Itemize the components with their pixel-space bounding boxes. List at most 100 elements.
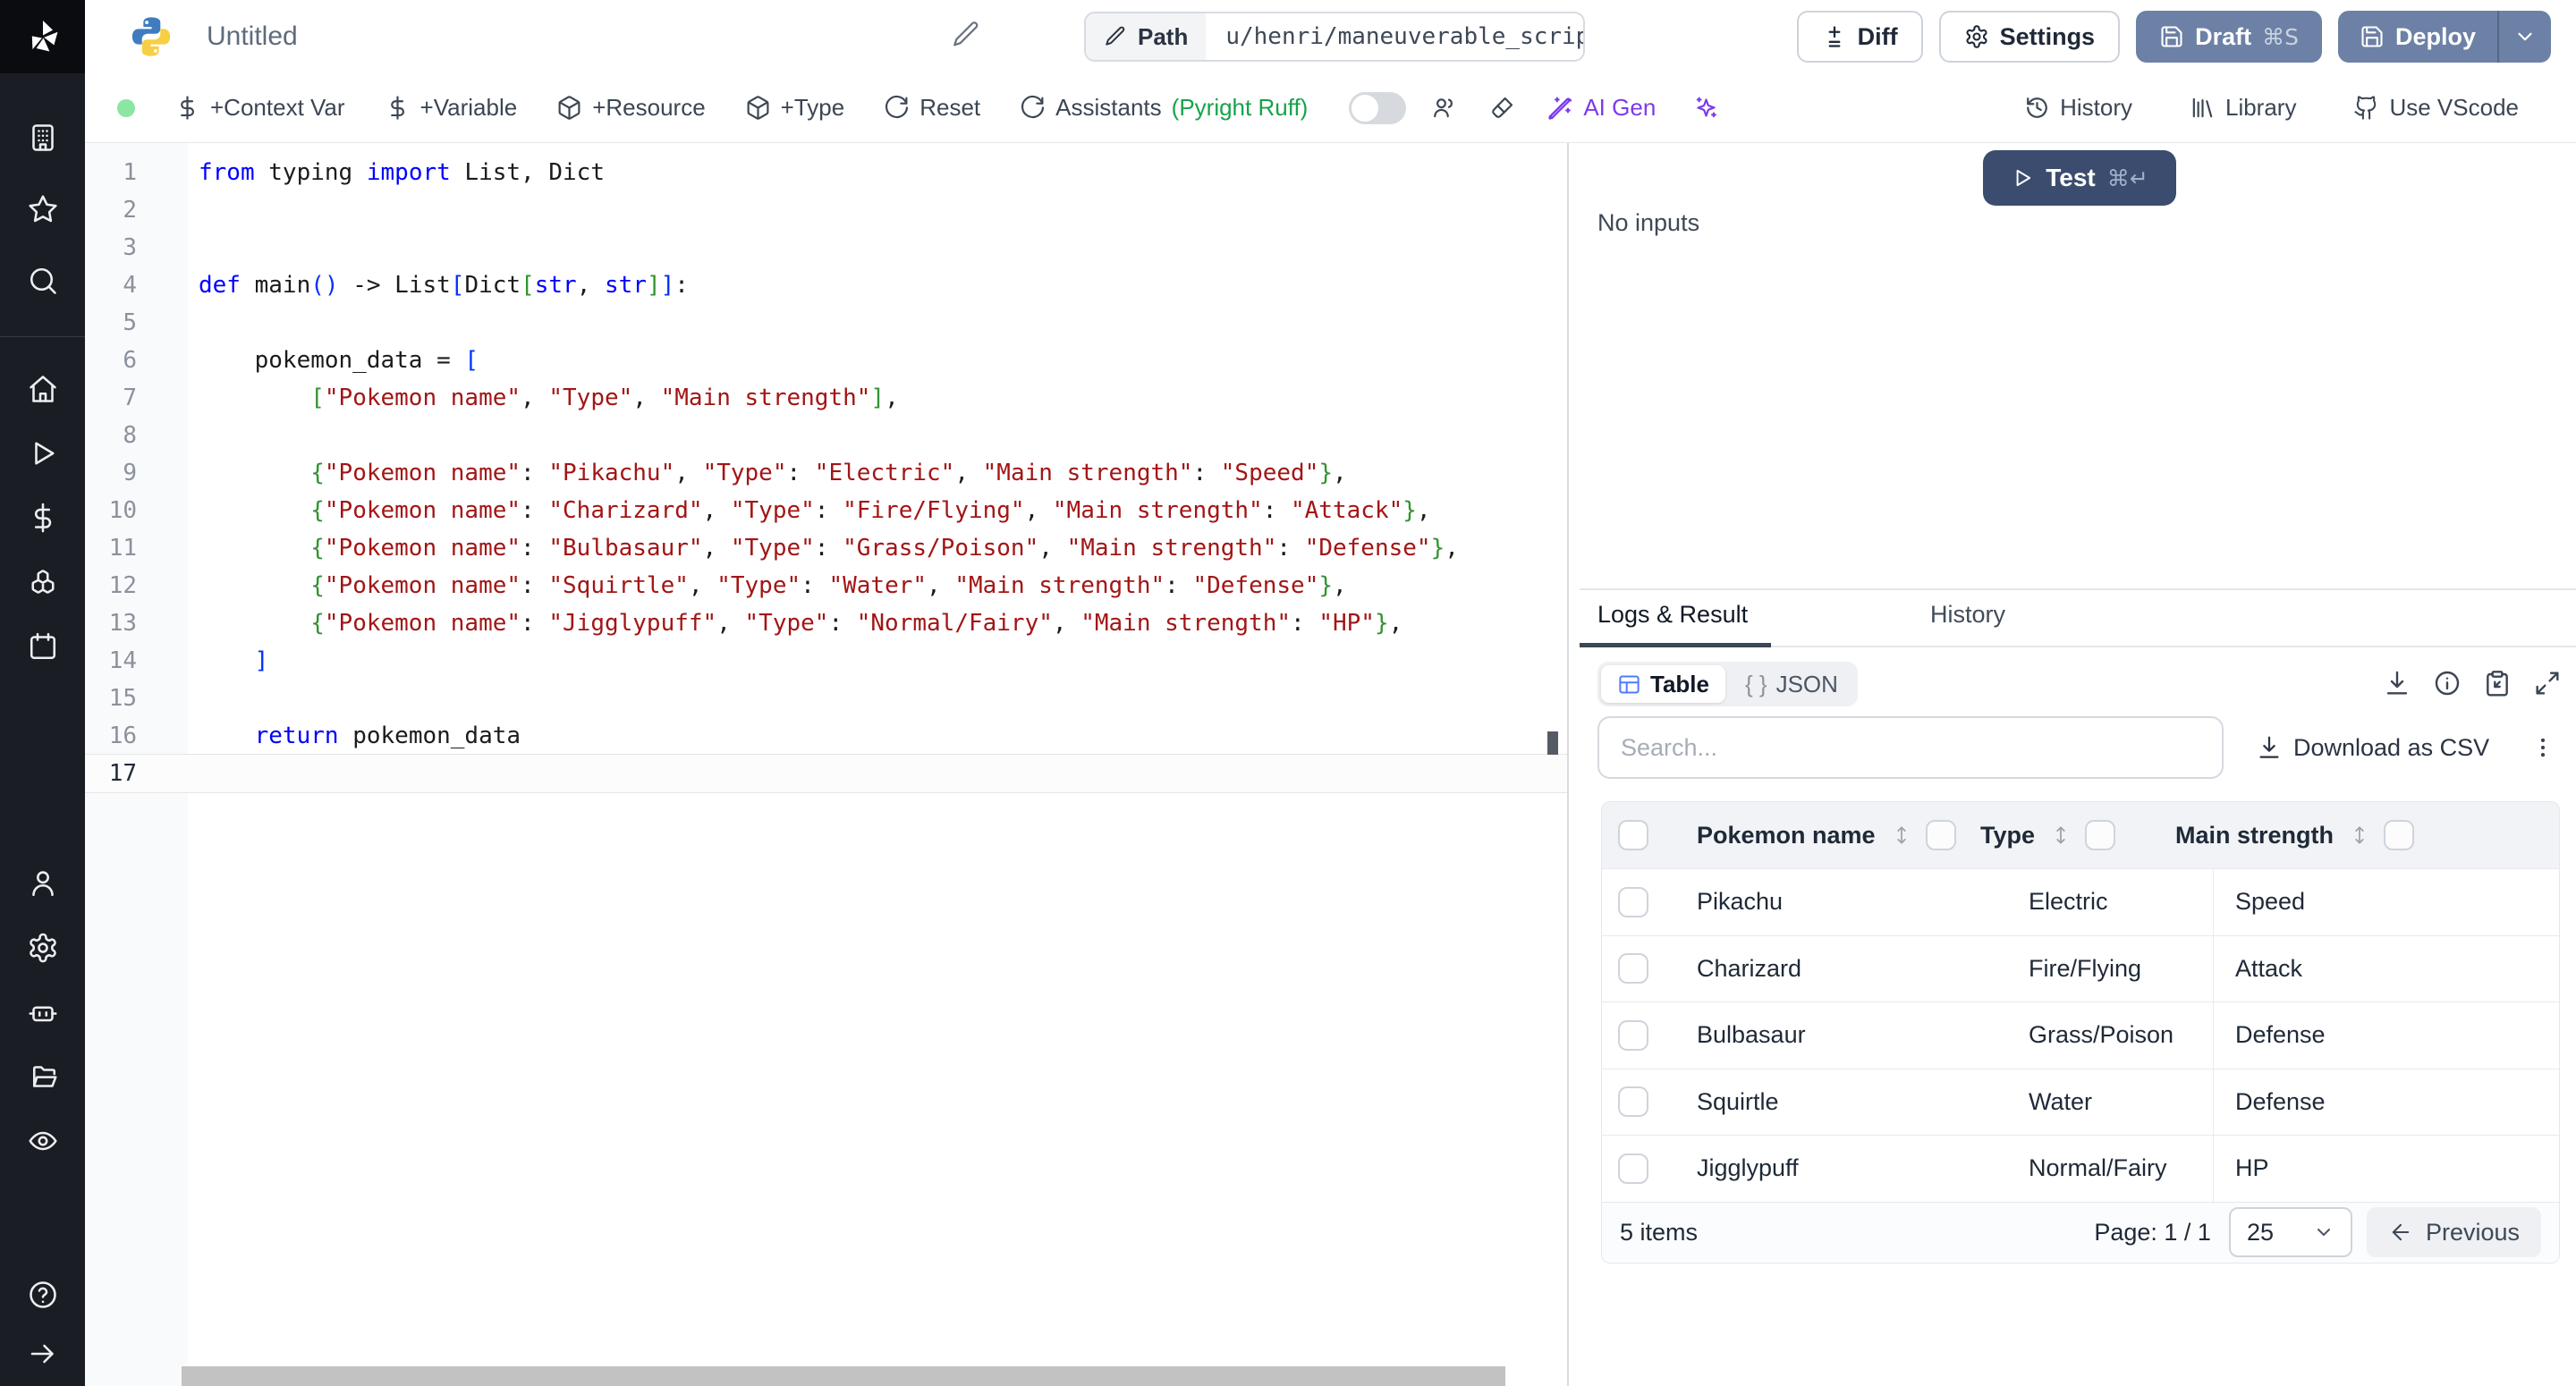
draft-button[interactable]: Draft ⌘S (2136, 11, 2322, 63)
code-line[interactable]: 15 (85, 680, 1567, 717)
code-line[interactable]: 4def main() -> List[Dict[str, str]]: (85, 266, 1567, 304)
code-line[interactable]: 12 {"Pokemon name": "Squirtle", "Type": … (85, 567, 1567, 604)
deploy-button[interactable]: Deploy (2338, 11, 2497, 63)
code-line[interactable]: 10 {"Pokemon name": "Charizard", "Type":… (85, 492, 1567, 529)
sidebar-item-folders[interactable] (0, 1044, 85, 1109)
table-row[interactable]: JigglypuffNormal/FairyHP (1602, 1135, 2559, 1202)
row-checkbox[interactable] (1618, 887, 1648, 917)
boxes-icon (27, 566, 59, 598)
code-line[interactable]: 6 pokemon_data = [ (85, 342, 1567, 379)
library-button[interactable]: Library (2190, 94, 2296, 122)
gear-icon (27, 932, 59, 964)
path-widget[interactable]: Path u/henri/maneuverable_script (1084, 12, 1585, 62)
sort-icon[interactable] (2049, 824, 2072, 847)
use-vscode-button[interactable]: Use VScode (2353, 94, 2519, 122)
code-line[interactable]: 5 (85, 304, 1567, 342)
settings-button[interactable]: Settings (1939, 11, 2121, 63)
code-line[interactable]: 11 {"Pokemon name": "Bulbasaur", "Type":… (85, 529, 1567, 567)
sidebar-item-help[interactable] (0, 1263, 85, 1327)
code-line[interactable]: 16 return pokemon_data (85, 717, 1567, 755)
previous-label: Previous (2426, 1219, 2520, 1247)
search-input[interactable] (1597, 716, 2224, 779)
page-size-select[interactable]: 25 (2229, 1207, 2352, 1257)
add-resource-button[interactable]: +Resource (556, 94, 705, 122)
add-type-label: +Type (781, 94, 845, 122)
code-editor[interactable]: 1from typing import List, Dict234def mai… (85, 143, 1567, 1386)
code-line[interactable]: 7 ["Pokemon name", "Type", "Main strengt… (85, 379, 1567, 417)
kebab-icon (2529, 734, 2556, 761)
format-button[interactable] (1489, 95, 1515, 121)
sidebar-item-settings[interactable] (0, 916, 85, 980)
tab-logs-result[interactable]: Logs & Result (1597, 601, 1748, 629)
path-label-section: Path (1086, 13, 1206, 60)
download-csv-button[interactable]: Download as CSV (2256, 734, 2489, 762)
collaborators-button[interactable] (1431, 95, 1457, 121)
select-all-checkbox[interactable] (1618, 820, 1648, 850)
sidebar-item-home[interactable] (0, 357, 85, 421)
table-row[interactable]: SquirtleWaterDefense (1602, 1069, 2559, 1136)
sidebar-item-favorites[interactable] (0, 177, 85, 241)
page-size-value: 25 (2247, 1219, 2274, 1247)
diff-button[interactable]: Diff (1797, 11, 1923, 63)
multiplayer-toggle[interactable] (1349, 92, 1406, 124)
sidebar-item-users[interactable] (0, 851, 85, 916)
draft-label: Draft (2195, 23, 2251, 51)
ai-gen-button[interactable]: AI Gen (1547, 94, 1656, 122)
sort-icon[interactable] (2348, 824, 2371, 847)
panel-splitter-vertical[interactable] (1567, 143, 1569, 1386)
assistants-button[interactable]: Assistants (Pyright Ruff) (1020, 94, 1308, 122)
sidebar-item-schedules[interactable] (0, 614, 85, 679)
row-checkbox[interactable] (1618, 1086, 1648, 1117)
left-sidebar (0, 0, 85, 1386)
windmill-logo-icon (23, 17, 63, 56)
horizontal-scrollbar[interactable] (182, 1366, 1505, 1386)
code-line[interactable]: 13 {"Pokemon name": "Jigglypuff", "Type"… (85, 604, 1567, 642)
table-menu-button[interactable] (2529, 734, 2556, 761)
column-toggle[interactable] (2384, 820, 2414, 850)
sidebar-item-workers[interactable] (0, 980, 85, 1044)
table-row[interactable]: BulbasaurGrass/PoisonDefense (1602, 1001, 2559, 1069)
add-context-var-button[interactable]: +Context Var (174, 94, 345, 122)
ai-sparkles-button[interactable] (1693, 95, 1719, 121)
row-checkbox[interactable] (1618, 1154, 1648, 1184)
test-button[interactable]: Test ⌘↵ (1983, 150, 2176, 206)
add-type-button[interactable]: +Type (745, 94, 845, 122)
view-json-button[interactable]: { } JSON (1729, 665, 1854, 703)
row-checkbox[interactable] (1618, 953, 1648, 984)
previous-page-button[interactable]: Previous (2367, 1207, 2541, 1257)
table-row[interactable]: CharizardFire/FlyingAttack (1602, 935, 2559, 1002)
sidebar-item-search[interactable] (0, 249, 85, 313)
row-checkbox[interactable] (1618, 1020, 1648, 1051)
table-row[interactable]: PikachuElectricSpeed (1602, 868, 2559, 935)
code-line[interactable]: 8 (85, 417, 1567, 454)
sort-icon[interactable] (1890, 824, 1913, 847)
expand-icon[interactable] (2533, 669, 2562, 697)
edit-summary-button[interactable] (951, 20, 981, 50)
download-icon[interactable] (2383, 669, 2411, 697)
column-toggle[interactable] (2085, 820, 2115, 850)
test-label: Test (2046, 164, 2096, 192)
code-line[interactable]: 2 (85, 191, 1567, 229)
view-table-button[interactable]: Table (1601, 665, 1725, 703)
column-toggle[interactable] (1926, 820, 1956, 850)
code-line[interactable]: 9 {"Pokemon name": "Pikachu", "Type": "E… (85, 454, 1567, 492)
windmill-logo[interactable] (0, 0, 85, 73)
clipboard-copy-icon[interactable] (2483, 669, 2512, 697)
code-line[interactable]: 17 (85, 755, 1567, 792)
sidebar-item-variables[interactable] (0, 486, 85, 550)
sidebar-collapse-button[interactable] (0, 1327, 85, 1381)
sidebar-item-resources[interactable] (0, 550, 85, 614)
code-line[interactable]: 14 ] (85, 642, 1567, 680)
sidebar-item-workspace[interactable] (0, 106, 85, 170)
deploy-menu-button[interactable] (2499, 11, 2551, 63)
sidebar-item-audit[interactable] (0, 1109, 85, 1173)
code-line[interactable]: 1from typing import List, Dict (85, 154, 1567, 191)
history-button[interactable]: History (2024, 94, 2132, 122)
reset-button[interactable]: Reset (884, 94, 980, 122)
add-variable-button[interactable]: +Variable (385, 94, 518, 122)
tab-history[interactable]: History (1930, 601, 2005, 629)
code-line[interactable]: 3 (85, 229, 1567, 266)
sidebar-item-runs[interactable] (0, 421, 85, 486)
arrow-right-icon (27, 1338, 59, 1370)
info-icon[interactable] (2433, 669, 2462, 697)
